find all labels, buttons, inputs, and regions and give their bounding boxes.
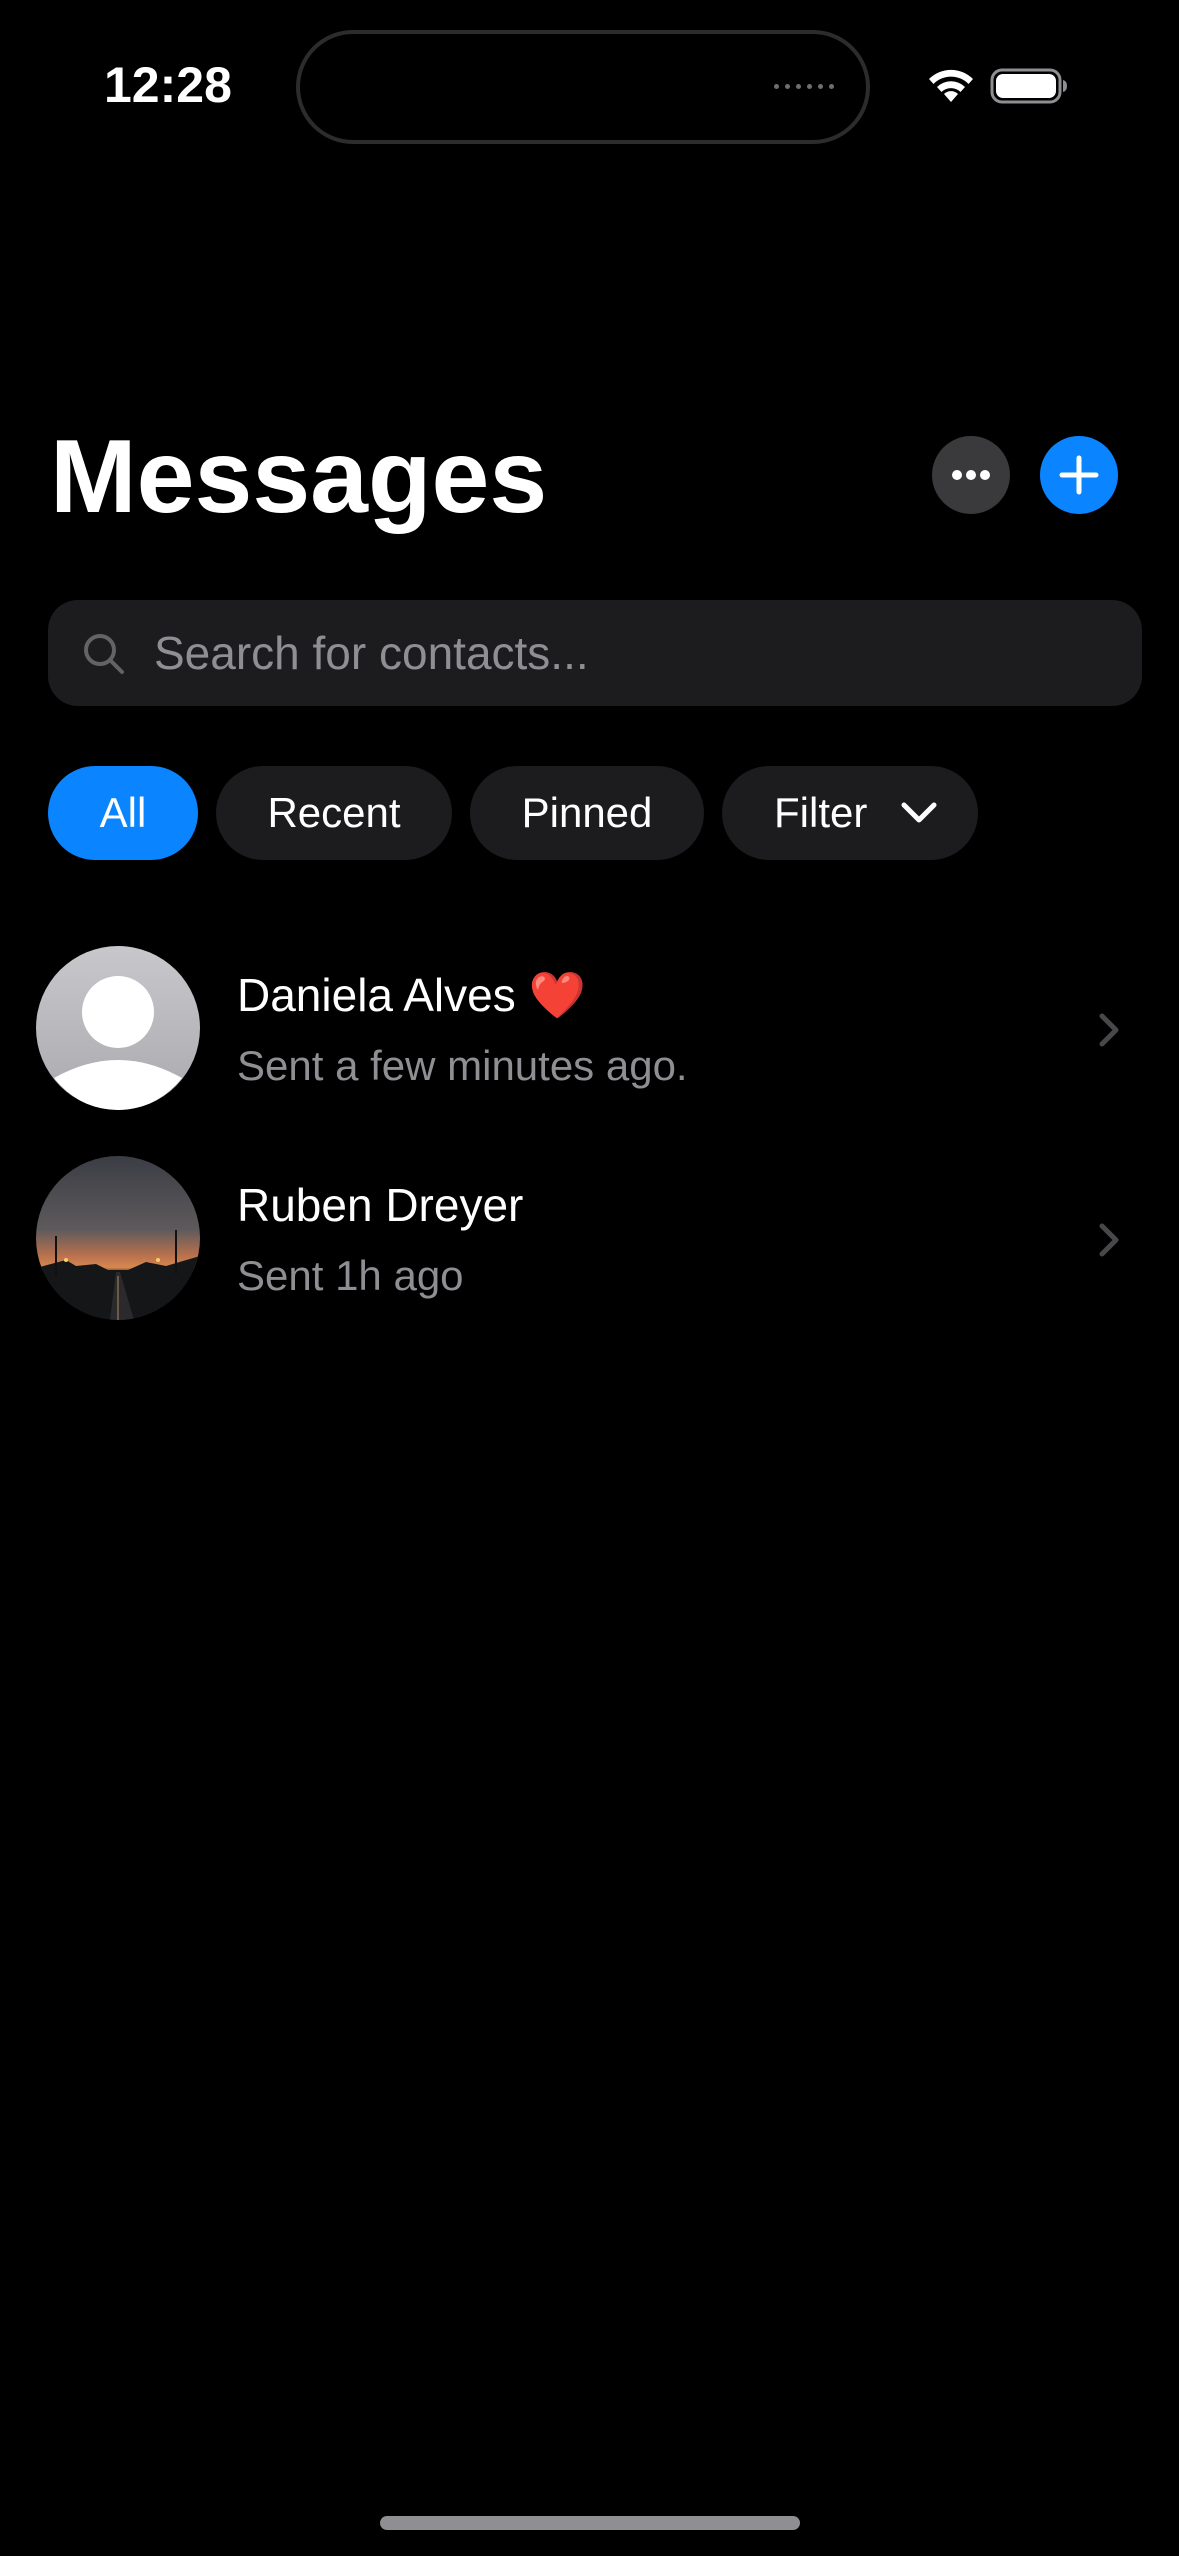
dynamic-island <box>296 30 870 144</box>
contact-name: Daniela Alves ❤️ <box>237 969 586 1021</box>
chevron-right-icon <box>1099 1223 1119 1257</box>
search-icon <box>84 634 124 674</box>
sunset-road-photo <box>36 1156 200 1320</box>
chip-label: Filter <box>774 789 868 836</box>
wifi-icon <box>929 69 973 102</box>
island-indicator <box>774 84 834 89</box>
message-timestamp: Sent 1h ago <box>237 1252 464 1299</box>
page-title: Messages <box>50 419 548 535</box>
message-timestamp: Sent a few minutes ago. <box>237 1042 688 1089</box>
status-time: 12:28 <box>104 57 232 113</box>
home-indicator[interactable] <box>380 2516 800 2530</box>
search-input[interactable] <box>154 600 1114 706</box>
chevron-down-icon <box>901 802 937 823</box>
search-bar[interactable] <box>48 600 1142 706</box>
filter-dropdown[interactable]: Filter <box>722 766 978 860</box>
filter-chip-all[interactable]: All <box>48 766 198 860</box>
chip-label: Pinned <box>521 789 653 836</box>
new-message-button[interactable] <box>1040 436 1118 514</box>
chip-label: Recent <box>267 789 401 836</box>
battery-icon <box>990 68 1067 104</box>
avatar <box>36 1156 200 1320</box>
chip-label: All <box>99 789 147 836</box>
avatar <box>36 946 200 1110</box>
contact-name: Ruben Dreyer <box>237 1179 524 1231</box>
more-options-button[interactable] <box>932 436 1010 514</box>
person-icon <box>54 976 182 1110</box>
filter-chip-recent[interactable]: Recent <box>216 766 452 860</box>
filter-chip-pinned[interactable]: Pinned <box>470 766 704 860</box>
heart-emoji: ❤️ <box>528 969 586 1021</box>
conversation-row[interactable]: Ruben Dreyer Sent 1h ago <box>0 1150 1179 1330</box>
chevron-right-icon <box>1099 1013 1119 1047</box>
plus-icon <box>1059 455 1099 495</box>
conversation-row[interactable]: Daniela Alves ❤️ Sent a few minutes ago. <box>0 940 1179 1120</box>
ellipsis-icon <box>952 470 990 480</box>
